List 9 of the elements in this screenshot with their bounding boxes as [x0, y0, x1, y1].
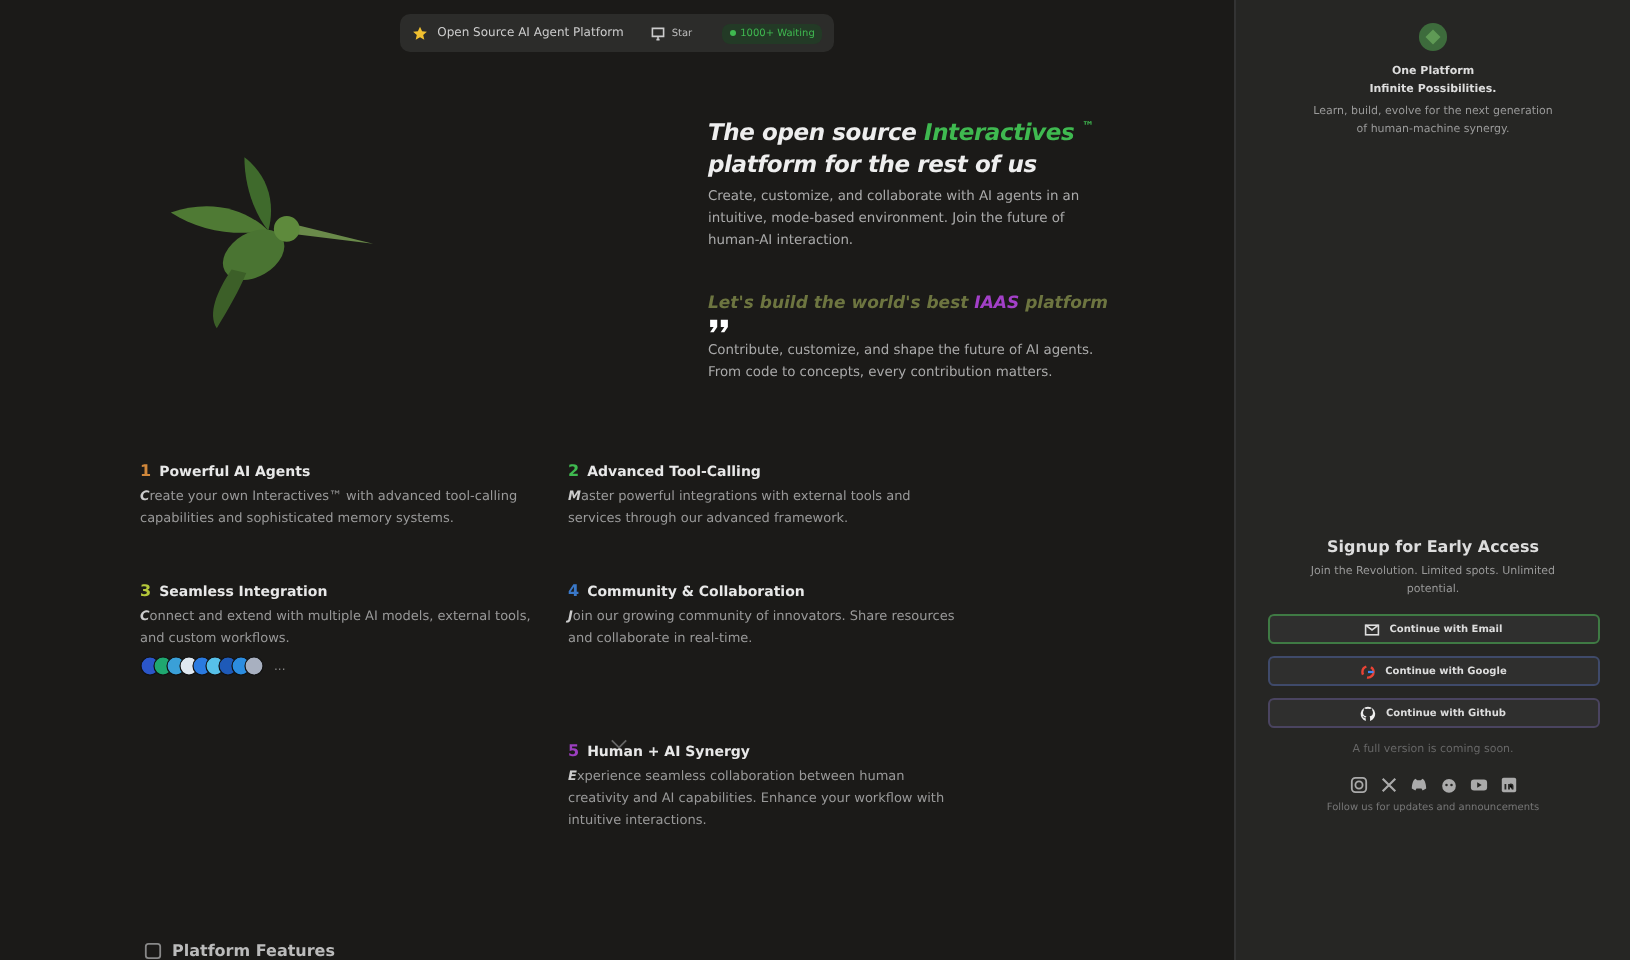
feature-number: 4 [568, 582, 580, 600]
signup-title: Signup for Early Access [1326, 538, 1539, 556]
feature-number: 2 [568, 462, 580, 480]
hero-heading: The open source Interactives $^{™}$ platform for the rest of us [708, 115, 1096, 180]
feature-number: 1 [140, 462, 152, 480]
feature-number: 5 [568, 742, 580, 760]
feature-number: 3 [140, 582, 152, 600]
section-heading: Platform Features [172, 942, 335, 960]
tagline: Let's build the world's best IAAS platform [708, 293, 1108, 314]
